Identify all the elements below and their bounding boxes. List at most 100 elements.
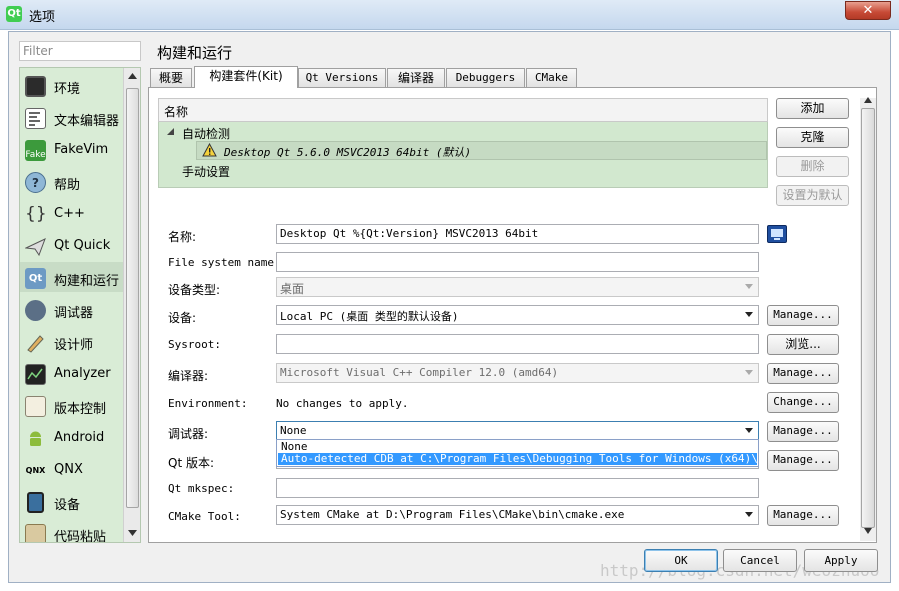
cmake-manage-button[interactable]: Manage... xyxy=(767,505,839,526)
chevron-down-icon xyxy=(745,370,753,375)
sidebar-item-designer[interactable]: 设计师 xyxy=(20,326,123,356)
paper-plane-icon xyxy=(24,236,46,257)
sidebar-item-debugger[interactable]: 调试器 xyxy=(20,294,123,324)
debugger-select[interactable]: None xyxy=(276,421,759,441)
scroll-down-arrow-icon[interactable] xyxy=(864,528,872,534)
device-type-label: 设备类型: xyxy=(168,283,221,297)
sidebar-item-cpp[interactable]: {} C++ xyxy=(20,198,123,228)
qt-version-manage-button[interactable]: Manage... xyxy=(767,450,839,471)
manual-group[interactable]: 手动设置 xyxy=(182,163,230,180)
device-icon-button[interactable] xyxy=(767,225,787,243)
window-title: 选项 xyxy=(29,10,56,25)
sidebar-item-label: 文本编辑器 xyxy=(54,114,120,129)
close-button[interactable]: ✕ xyxy=(845,1,891,20)
qt-logo-icon: Qt xyxy=(6,6,22,22)
scroll-up-arrow-icon[interactable] xyxy=(128,73,137,79)
warning-icon xyxy=(202,143,217,157)
add-kit-button[interactable]: 添加 xyxy=(776,98,849,119)
sidebar-item-label: Android xyxy=(54,430,105,445)
clone-kit-button[interactable]: 克隆 xyxy=(776,127,849,148)
sidebar-item-label: 构建和运行 xyxy=(54,274,120,289)
scroll-up-arrow-icon[interactable] xyxy=(864,97,872,103)
name-label: 名称: xyxy=(168,230,197,244)
title-bar xyxy=(0,0,899,30)
sidebar-item-analyzer[interactable]: Analyzer xyxy=(20,358,123,388)
device-manage-button[interactable]: Manage... xyxy=(767,305,839,326)
debugger-option-cdb[interactable]: Auto-detected CDB at C:\Program Files\De… xyxy=(278,453,757,465)
compiler-select[interactable]: Microsoft Visual C++ Compiler 12.0 (amd6… xyxy=(276,363,759,383)
tab-debuggers[interactable]: Debuggers xyxy=(446,68,525,87)
cmake-tool-select[interactable]: System CMake at D:\Program Files\CMake\b… xyxy=(276,505,759,525)
sidebar-item-qt-quick[interactable]: Qt Quick xyxy=(20,230,123,260)
sidebar-item-label: FakeVim xyxy=(54,142,109,157)
sidebar-item-version-control[interactable]: 版本控制 xyxy=(20,390,123,420)
device-select[interactable]: Local PC (桌面 类型的默认设备) xyxy=(276,305,759,325)
tab-qt-versions[interactable]: Qt Versions xyxy=(298,68,386,87)
designer-icon xyxy=(25,332,46,353)
sidebar-item-label: 设计师 xyxy=(54,338,94,353)
remove-kit-button[interactable]: 删除 xyxy=(776,156,849,177)
panel-scrollbar[interactable] xyxy=(860,97,876,541)
device-type-select[interactable]: 桌面 xyxy=(276,277,759,297)
chevron-down-icon xyxy=(745,312,753,317)
kit-item-label[interactable]: Desktop Qt 5.6.0 MSVC2013 64bit (默认) xyxy=(224,144,471,160)
scroll-down-arrow-icon[interactable] xyxy=(128,530,137,536)
environment-value: No changes to apply. xyxy=(276,397,409,410)
debugger-manage-button[interactable]: Manage... xyxy=(767,421,839,442)
environment-change-button[interactable]: Change... xyxy=(767,392,839,413)
tab-kits[interactable]: 构建套件(Kit) xyxy=(194,66,298,88)
set-default-button[interactable]: 设置为默认 xyxy=(776,185,849,206)
tab-overview[interactable]: 概要 xyxy=(150,68,192,87)
debugger-option-none[interactable]: None xyxy=(278,441,757,453)
compiler-label: 编译器: xyxy=(168,369,209,383)
tab-cmake[interactable]: CMake xyxy=(526,68,577,87)
scrollbar-thumb[interactable] xyxy=(126,88,139,508)
sidebar-item-build-run[interactable]: Qt 构建和运行 xyxy=(20,262,123,292)
compiler-value: Microsoft Visual C++ Compiler 12.0 (amd6… xyxy=(280,366,559,379)
sidebar-item-label: 设备 xyxy=(54,498,81,513)
environment-label: Environment: xyxy=(168,397,248,410)
chevron-down-icon xyxy=(745,512,753,517)
compiler-manage-button[interactable]: Manage... xyxy=(767,363,839,384)
sidebar-scrollbar[interactable] xyxy=(123,68,140,542)
sidebar-item-label: 版本控制 xyxy=(54,402,107,417)
sidebar-item-environment[interactable]: 环境 xyxy=(20,70,123,100)
scrollbar-thumb[interactable] xyxy=(861,108,875,528)
sidebar-item-text-editor[interactable]: 文本编辑器 xyxy=(20,102,123,132)
sysroot-label: Sysroot: xyxy=(168,338,221,351)
apply-button[interactable]: Apply xyxy=(804,549,878,572)
version-control-icon xyxy=(25,396,46,417)
debugger-value: None xyxy=(280,424,307,437)
chevron-down-icon xyxy=(745,428,753,433)
debugger-dropdown-list[interactable]: None Auto-detected CDB at C:\Program Fil… xyxy=(276,439,759,467)
device-type-value: 桌面 xyxy=(280,282,305,296)
sidebar-item-code-paste[interactable]: 代码粘贴 xyxy=(20,518,123,542)
cmake-tool-value: System CMake at D:\Program Files\CMake\b… xyxy=(280,508,625,521)
sidebar-item-label: 代码粘贴 xyxy=(54,530,107,542)
auto-detected-group[interactable]: 自动检测 xyxy=(182,125,230,142)
android-icon xyxy=(25,428,46,449)
cmake-tool-label: CMake Tool: xyxy=(168,510,241,523)
device-label: 设备: xyxy=(168,311,197,325)
sidebar-item-label: C++ xyxy=(54,206,85,221)
device-value: Local PC (桌面 类型的默认设备) xyxy=(280,310,459,323)
braces-icon: {} xyxy=(25,204,47,224)
code-paste-icon xyxy=(25,524,46,542)
sidebar-item-android[interactable]: Android xyxy=(20,422,123,452)
sidebar-item-devices[interactable]: 设备 xyxy=(20,486,123,516)
sysroot-input[interactable] xyxy=(276,334,759,354)
sidebar-item-label: 环境 xyxy=(54,82,81,97)
tab-compilers[interactable]: 编译器 xyxy=(387,68,445,87)
sidebar-item-help[interactable]: ? 帮助 xyxy=(20,166,123,196)
browse-button[interactable]: 浏览... xyxy=(767,334,839,355)
fs-name-input[interactable] xyxy=(276,252,759,272)
sidebar-item-fakevim[interactable]: Fake FakeVim xyxy=(20,134,123,164)
ok-button[interactable]: OK xyxy=(644,549,718,572)
page-title: 构建和运行 xyxy=(157,44,233,62)
mkspec-input[interactable] xyxy=(276,478,759,498)
filter-input[interactable]: Filter xyxy=(19,41,141,61)
cancel-button[interactable]: Cancel xyxy=(723,549,797,572)
sidebar-item-qnx[interactable]: QNX QNX xyxy=(20,454,123,484)
name-input[interactable]: Desktop Qt %{Qt:Version} MSVC2013 64bit xyxy=(276,224,759,244)
expand-arrow-icon[interactable] xyxy=(167,128,175,136)
